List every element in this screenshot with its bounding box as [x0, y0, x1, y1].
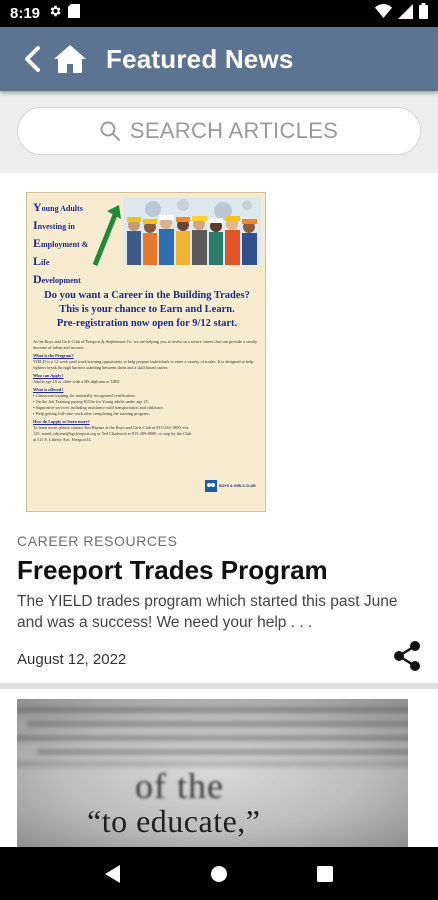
- green-arrow-icon: [92, 205, 121, 266]
- nav-recents-button[interactable]: [305, 854, 345, 894]
- image-text-line1: of the: [135, 766, 224, 806]
- back-button[interactable]: [14, 39, 50, 79]
- page-title: Featured News: [106, 43, 294, 74]
- status-bar: 8:19: [0, 0, 438, 27]
- status-left-icons: [48, 4, 81, 23]
- boys-girls-club-logo: BOYS & GIRLS CLUB: [205, 479, 257, 493]
- battery-icon: [419, 3, 428, 24]
- share-icon: [394, 641, 420, 671]
- search-placeholder: SEARCH ARTICLES: [129, 118, 339, 143]
- wifi-icon: [375, 4, 392, 23]
- article-date: August 12, 2022: [17, 651, 127, 668]
- app-bar: Featured News: [0, 27, 438, 91]
- article-category: CAREER RESOURCES: [17, 533, 178, 549]
- home-button[interactable]: [50, 39, 90, 79]
- article-image[interactable]: Young Adults Investing in Employment & L…: [26, 192, 266, 512]
- home-circle-icon: [211, 865, 227, 882]
- gear-icon: [48, 4, 62, 23]
- flyer-body: At the Boys and Girls Club of Freeport &…: [33, 339, 258, 442]
- nav-home-button[interactable]: [199, 854, 239, 894]
- flyer-acronym: Young Adults Investing in Employment & L…: [33, 200, 89, 286]
- back-arrow-icon: [25, 46, 40, 72]
- signal-icon: [398, 3, 413, 24]
- status-time: 8:19: [10, 5, 41, 22]
- article-summary: The YIELD trades program which started t…: [17, 593, 398, 631]
- nav-back-button[interactable]: [93, 854, 133, 894]
- search-area: SEARCH ARTICLES: [0, 91, 438, 173]
- sd-card-icon: [68, 4, 81, 23]
- flyer-headline: Do you want a Career in the Building Tra…: [44, 290, 250, 329]
- screen: 8:19 Featured News SEARCH ARTICLES Young…: [0, 0, 438, 900]
- search-icon: [100, 121, 120, 141]
- share-button[interactable]: [390, 639, 424, 673]
- recents-square-icon: [317, 865, 333, 882]
- article-card[interactable]: of the “to educate,”: [0, 689, 438, 847]
- workers-photo: [123, 197, 261, 265]
- home-icon: [54, 45, 86, 73]
- article-title[interactable]: Freeport Trades Program: [17, 555, 328, 586]
- article-card[interactable]: Young Adults Investing in Employment & L…: [0, 173, 438, 681]
- status-right-icons: [375, 3, 428, 24]
- article-image[interactable]: of the “to educate,”: [17, 699, 408, 847]
- search-input[interactable]: SEARCH ARTICLES: [17, 107, 421, 155]
- back-triangle-icon: [105, 864, 120, 883]
- image-text-line2: “to educate,”: [87, 803, 261, 839]
- system-nav-bar: [0, 847, 438, 900]
